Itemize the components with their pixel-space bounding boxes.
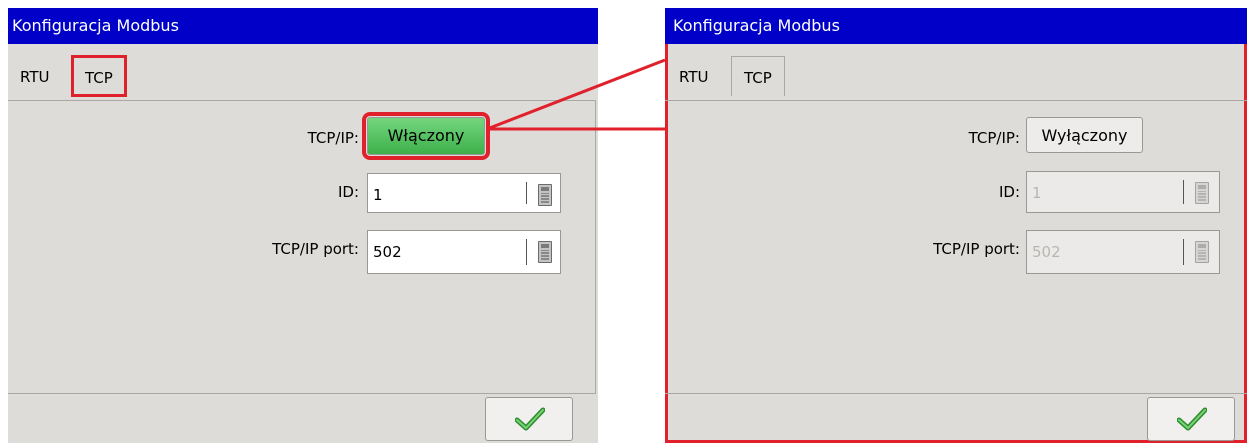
- port-value: 502: [1032, 243, 1061, 261]
- port-field[interactable]: 502: [367, 230, 561, 274]
- window-titlebar: Konfiguracja Modbus: [665, 8, 1247, 44]
- field-separator: [526, 239, 527, 265]
- calculator-icon: [1195, 182, 1209, 204]
- id-label: ID:: [998, 183, 1020, 201]
- calculator-icon: [1195, 241, 1209, 263]
- port-label: TCP/IP port:: [272, 240, 359, 258]
- checkmark-icon: [515, 407, 545, 431]
- port-value: 502: [373, 243, 402, 261]
- tab-strip: RTU TCP: [8, 44, 598, 100]
- tcp-settings-panel: TCP/IP: Wyłączony ID: 1 TCP/IP port: 502: [665, 100, 1247, 394]
- tcpip-toggle-button[interactable]: Włączony: [362, 112, 490, 160]
- tab-tcp[interactable]: TCP: [731, 56, 785, 96]
- id-value: 1: [373, 186, 383, 204]
- tcpip-label: TCP/IP:: [307, 129, 359, 147]
- modbus-config-window-disabled: Konfiguracja Modbus RTU TCP TCP/IP: Wyłą…: [665, 8, 1247, 443]
- window-titlebar: Konfiguracja Modbus: [8, 8, 598, 44]
- port-label: TCP/IP port:: [933, 240, 1020, 258]
- ok-button[interactable]: [1147, 397, 1235, 441]
- id-label: ID:: [337, 183, 359, 201]
- window-title: Konfiguracja Modbus: [12, 16, 179, 35]
- ok-button[interactable]: [485, 397, 573, 441]
- tab-rtu[interactable]: RTU: [14, 56, 55, 96]
- id-value: 1: [1032, 184, 1042, 202]
- calculator-icon[interactable]: [538, 184, 552, 206]
- calculator-icon[interactable]: [538, 241, 552, 263]
- id-field[interactable]: 1: [367, 173, 561, 213]
- checkmark-icon: [1177, 407, 1207, 431]
- tab-strip: RTU TCP: [665, 44, 1247, 100]
- tcpip-toggle-button[interactable]: Wyłączony: [1026, 117, 1143, 153]
- id-field: 1: [1026, 171, 1220, 213]
- tcpip-label: TCP/IP:: [968, 129, 1020, 147]
- field-separator: [526, 182, 527, 204]
- port-field: 502: [1026, 230, 1220, 274]
- field-separator: [1183, 239, 1184, 265]
- tcp-settings-panel: TCP/IP: Włączony ID: 1 TCP/IP port: 502: [8, 100, 596, 394]
- tab-tcp[interactable]: TCP: [71, 55, 127, 97]
- tab-rtu[interactable]: RTU: [673, 56, 714, 96]
- field-separator: [1183, 180, 1184, 204]
- window-title: Konfiguracja Modbus: [673, 16, 840, 35]
- modbus-config-window-enabled: Konfiguracja Modbus RTU TCP TCP/IP: Włąc…: [8, 8, 598, 443]
